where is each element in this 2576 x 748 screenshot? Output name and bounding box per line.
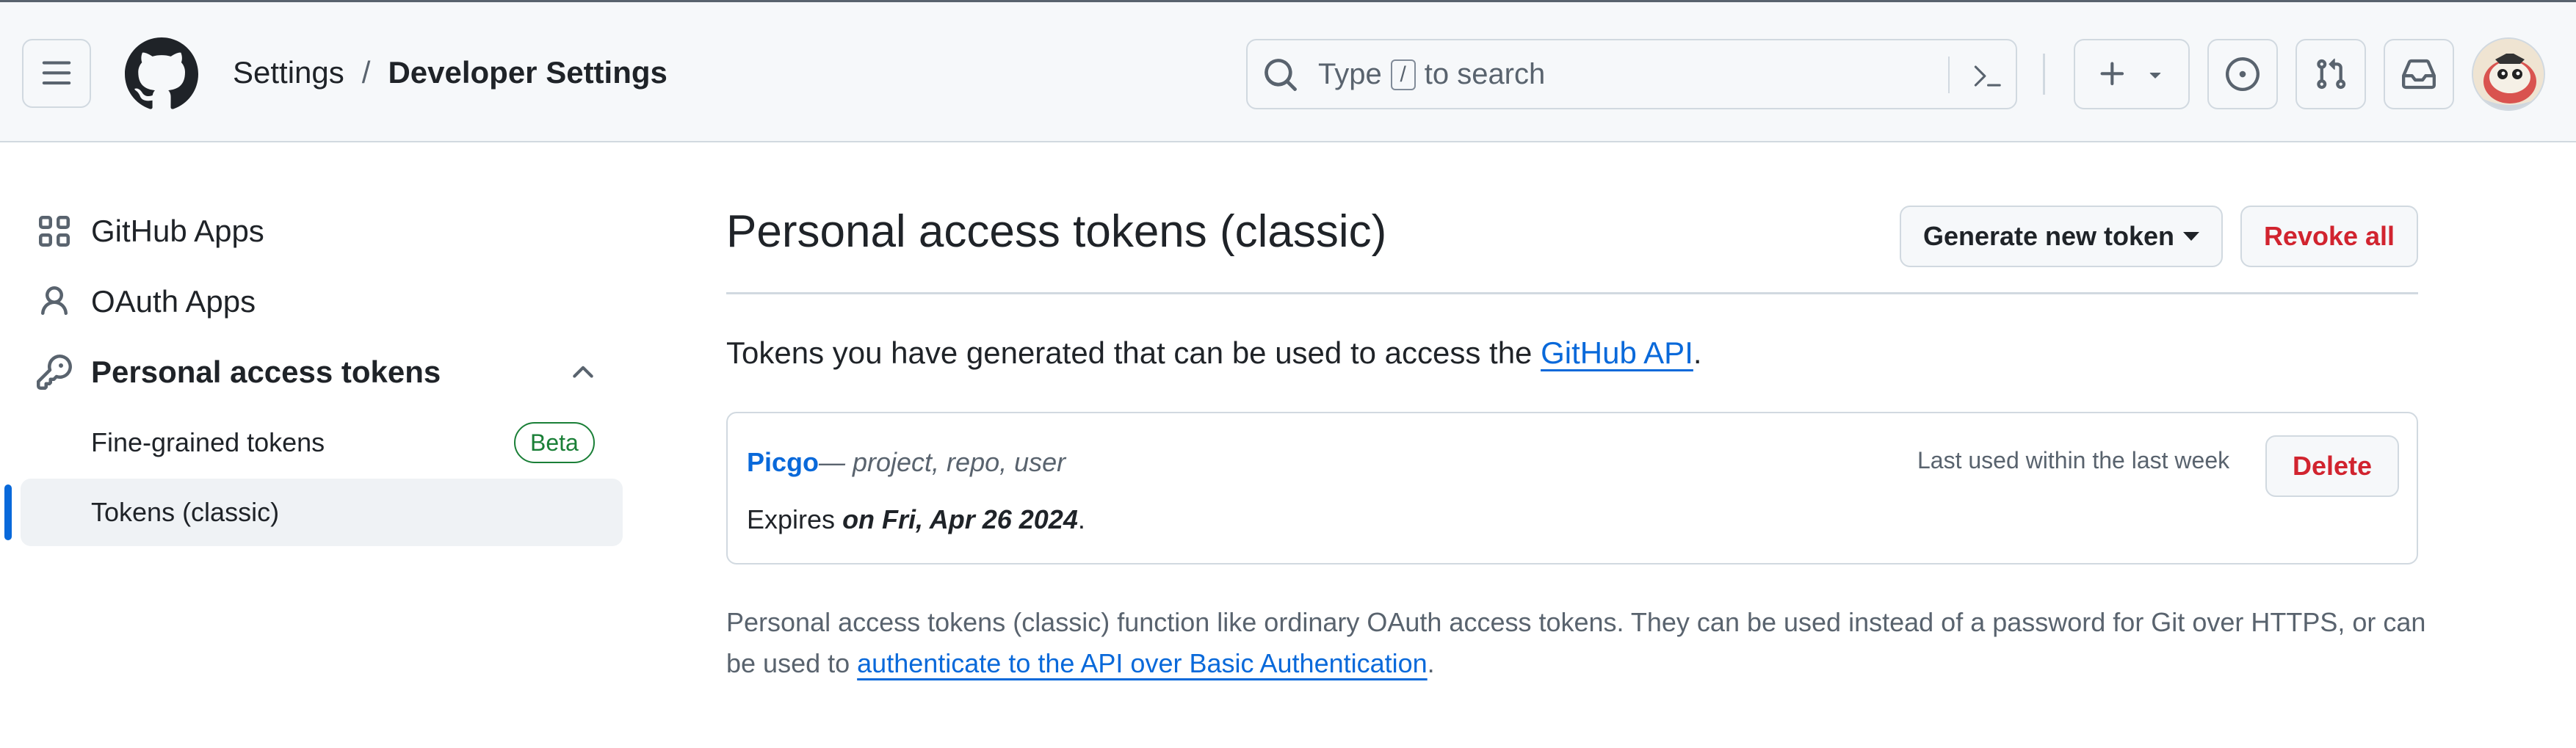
- intro-text-body: Tokens you have generated that can be us…: [726, 335, 1533, 370]
- title-divider: [726, 292, 2418, 294]
- intro-text: Tokens you have generated that can be us…: [726, 335, 1702, 371]
- token-last-used: Last used within the last week: [1917, 447, 2230, 473]
- inbox-button[interactable]: [2384, 39, 2454, 109]
- github-logo[interactable]: [125, 37, 198, 111]
- delete-token-button[interactable]: Delete: [2265, 435, 2399, 497]
- beta-badge: Beta: [514, 422, 595, 463]
- basic-auth-link[interactable]: authenticate to the API over Basic Authe…: [857, 648, 1428, 678]
- sidebar-item-label: Fine-grained tokens: [91, 427, 325, 457]
- search-icon: [1265, 59, 1297, 91]
- chevron-down-icon: [2149, 73, 2161, 79]
- header-divider: [2043, 54, 2045, 95]
- search-placeholder-end: to search: [1424, 58, 1546, 90]
- sidebar-item-oauth-apps[interactable]: OAuth Apps: [21, 269, 623, 335]
- top-header: Settings / Developer Settings Type / to …: [0, 0, 2576, 142]
- help-note: Personal access tokens (classic) functio…: [726, 602, 2430, 684]
- github-api-link[interactable]: GitHub API: [1541, 335, 1693, 370]
- create-new-button[interactable]: [2074, 39, 2190, 109]
- apps-grid-icon: [39, 216, 70, 247]
- page-title: Personal access tokens (classic): [726, 206, 1387, 257]
- search-shortcut-key: /: [1390, 59, 1416, 90]
- token-expiry-date: on Fri, Apr 26 2024: [842, 504, 1078, 534]
- sidebar-item-label: OAuth Apps: [91, 284, 256, 319]
- issue-opened-icon: [2226, 57, 2260, 91]
- generate-new-token-button[interactable]: Generate new token: [1900, 206, 2223, 267]
- breadcrumb: Settings / Developer Settings: [233, 55, 667, 90]
- chevron-up-icon[interactable]: [567, 356, 599, 388]
- command-palette-icon[interactable]: [1969, 57, 2005, 93]
- inbox-icon: [2402, 59, 2436, 90]
- intro-text-end: .: [1693, 335, 1702, 370]
- sidebar-item-label: Personal access tokens: [91, 355, 441, 389]
- plus-icon: [2100, 62, 2124, 86]
- sidebar-item-github-apps[interactable]: GitHub Apps: [21, 198, 623, 264]
- token-expiry-suffix: .: [1077, 504, 1085, 534]
- key-icon: [37, 355, 72, 390]
- pull-requests-button[interactable]: [2295, 39, 2366, 109]
- breadcrumb-separator: /: [361, 55, 371, 90]
- caret-down-icon: [2183, 232, 2200, 241]
- token-name-link[interactable]: Picgo: [747, 447, 819, 478]
- token-list-item: Picgo — project, repo, user Expires on F…: [726, 412, 2418, 564]
- search-placeholder-start: Type: [1318, 58, 1382, 90]
- search-placeholder: Type / to search: [1318, 58, 1545, 91]
- sidebar-item-fine-grained-tokens[interactable]: Fine-grained tokens Beta: [21, 410, 623, 476]
- sidebar-item-personal-access-tokens[interactable]: Personal access tokens: [21, 339, 623, 405]
- revoke-all-button[interactable]: Revoke all: [2240, 206, 2418, 267]
- sidebar-item-label: Tokens (classic): [91, 497, 280, 527]
- token-scopes: — project, repo, user: [819, 447, 1066, 477]
- person-icon: [41, 286, 68, 316]
- git-pull-request-icon: [2317, 58, 2346, 90]
- breadcrumb-settings-link[interactable]: Settings: [233, 55, 344, 90]
- token-expiry-prefix: Expires: [747, 504, 836, 534]
- user-avatar[interactable]: [2472, 37, 2545, 111]
- search-divider: [1948, 57, 1950, 93]
- help-note-end: .: [1427, 648, 1435, 678]
- hamburger-menu-icon: [42, 61, 71, 85]
- menu-button[interactable]: [22, 39, 91, 108]
- sidebar-item-tokens-classic[interactable]: Tokens (classic): [21, 479, 623, 546]
- token-expiry: Expires on Fri, Apr 26 2024.: [747, 504, 1085, 535]
- sidebar-item-label: GitHub Apps: [91, 214, 264, 248]
- search-input[interactable]: Type / to search: [1246, 39, 2017, 109]
- breadcrumb-developer-settings[interactable]: Developer Settings: [388, 55, 667, 90]
- active-indicator: [4, 484, 12, 540]
- generate-new-token-label: Generate new token: [1922, 221, 2175, 251]
- issues-button[interactable]: [2207, 39, 2278, 109]
- avatar-image: [2473, 39, 2544, 109]
